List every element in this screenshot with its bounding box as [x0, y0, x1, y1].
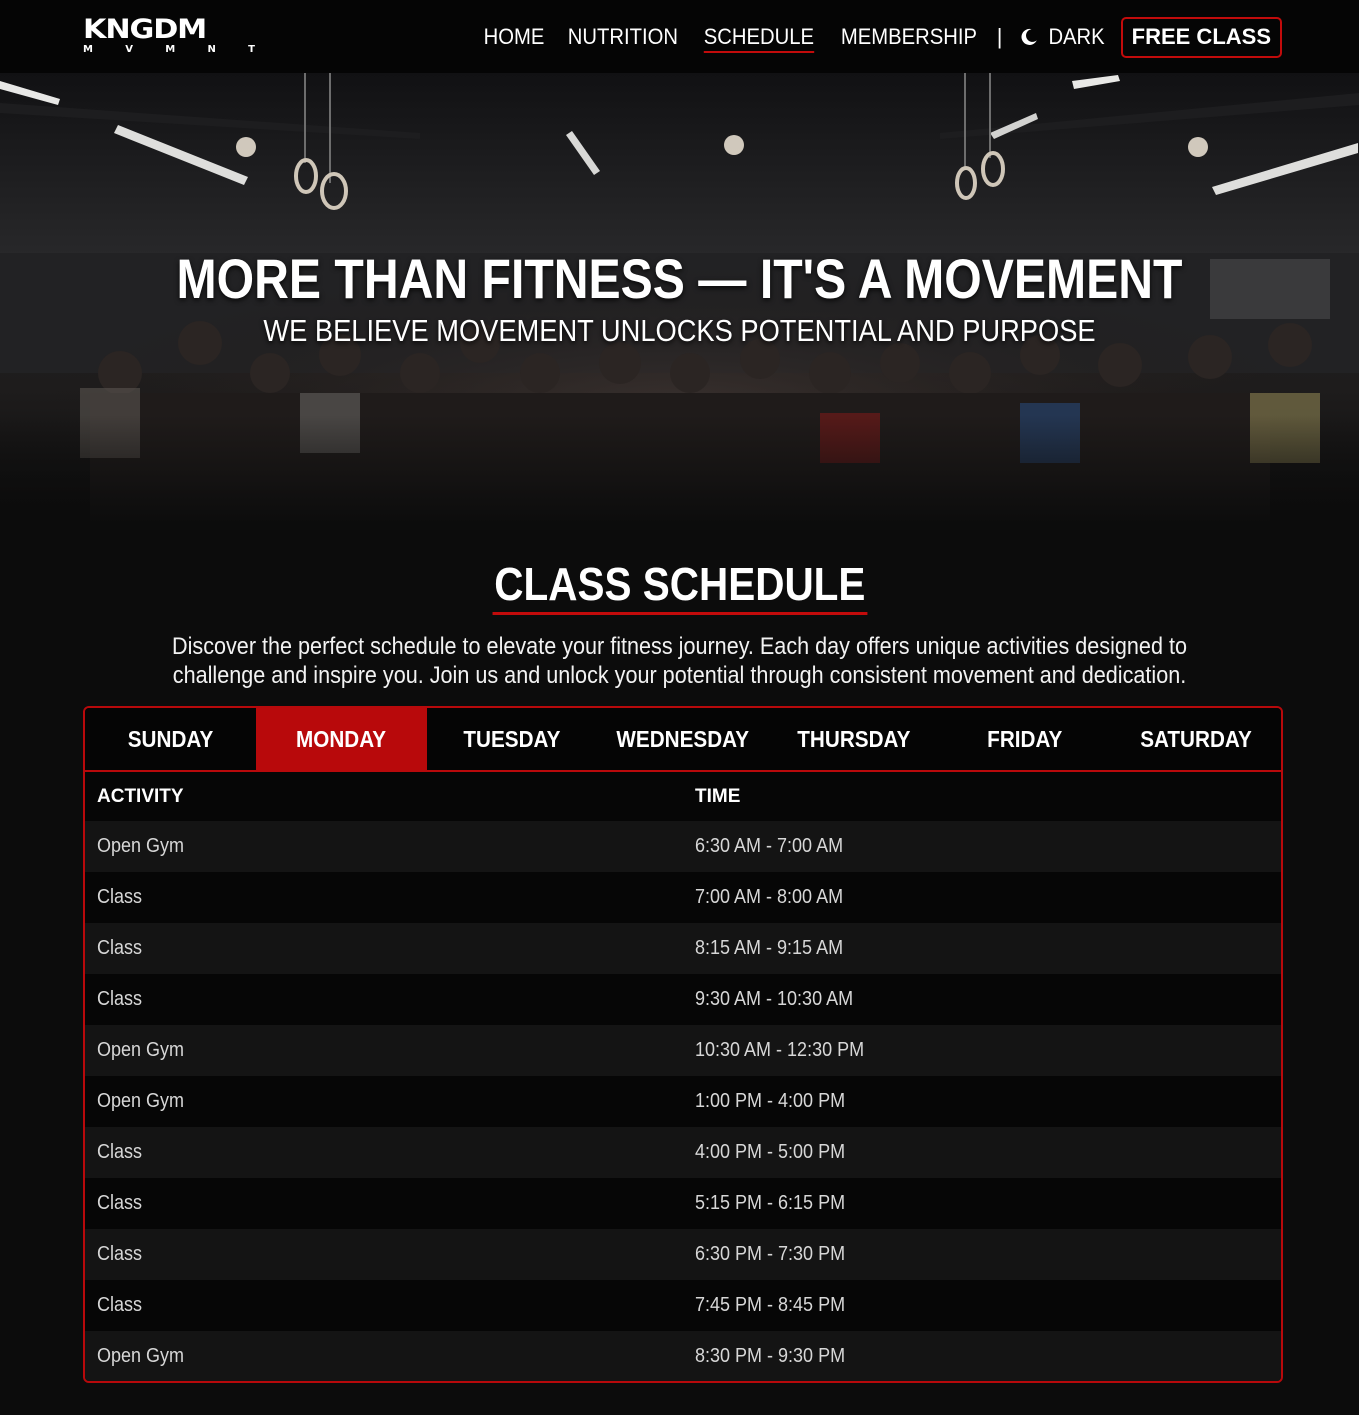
- table-row: Open Gym 1:00 PM - 4:00 PM: [85, 1076, 1281, 1127]
- activity-cell: Class: [85, 1178, 683, 1229]
- activity-cell: Class: [85, 923, 683, 974]
- table-row: Open Gym 6:30 AM - 7:00 AM: [85, 821, 1281, 872]
- nav-separator: |: [996, 24, 1003, 49]
- tab-thursday[interactable]: THURSDAY: [768, 708, 939, 770]
- activity-cell: Class: [85, 1229, 683, 1280]
- activity-cell: Open Gym: [85, 1076, 683, 1127]
- table-row: Class 7:45 PM - 8:45 PM: [85, 1280, 1281, 1331]
- activity-cell: Open Gym: [85, 1025, 683, 1076]
- time-cell: 5:15 PM - 6:15 PM: [683, 1178, 1281, 1229]
- time-cell: 9:30 AM - 10:30 AM: [683, 974, 1281, 1025]
- nav-link-membership[interactable]: MEMBERSHIP: [841, 17, 977, 57]
- time-cell: 6:30 AM - 7:00 AM: [683, 821, 1281, 872]
- logo-sub-letter: T: [248, 44, 255, 55]
- tab-saturday[interactable]: SATURDAY: [1110, 708, 1281, 770]
- schedule-title: CLASS SCHEDULE: [492, 557, 867, 615]
- main-nav: HOME NUTRITION SCHEDULE MEMBERSHIP | DAR…: [465, 16, 1282, 58]
- column-header-activity: ACTIVITY: [85, 772, 683, 821]
- schedule-description: Discover the perfect schedule to elevate…: [171, 633, 1187, 689]
- table-row: Class 5:15 PM - 6:15 PM: [85, 1178, 1281, 1229]
- logo-sub-letter: M: [83, 44, 93, 55]
- tab-friday[interactable]: FRIDAY: [939, 708, 1110, 770]
- hero-title: MORE THAN FITNESS — IT'S A MOVEMENT: [176, 247, 1183, 310]
- table-row: Class 9:30 AM - 10:30 AM: [85, 974, 1281, 1025]
- moon-icon: [1021, 28, 1037, 45]
- section-title-wrap: CLASS SCHEDULE: [0, 557, 1359, 615]
- free-class-button[interactable]: FREE CLASS: [1120, 16, 1282, 58]
- logo-sub-letter: N: [207, 44, 216, 55]
- nav-link-nutrition[interactable]: NUTRITION: [568, 17, 678, 57]
- schedule-card: SUNDAY MONDAY TUESDAY WEDNESDAY THURSDAY…: [83, 706, 1283, 1383]
- brand-logo[interactable]: KNGDM M V M N T: [83, 16, 258, 57]
- hero-banner: MORE THAN FITNESS — IT'S A MOVEMENT WE B…: [0, 73, 1359, 525]
- tab-label: THURSDAY: [797, 725, 911, 752]
- tab-wednesday[interactable]: WEDNESDAY: [598, 708, 769, 770]
- logo-wordmark: KNGDM: [83, 14, 207, 45]
- logo-sub-letter: V: [125, 44, 133, 55]
- activity-cell: Class: [85, 1280, 683, 1331]
- logo-sub-letter: M: [165, 44, 176, 55]
- logo-subtitle: M V M N T: [83, 44, 255, 55]
- tab-tuesday[interactable]: TUESDAY: [427, 708, 598, 770]
- day-tabs: SUNDAY MONDAY TUESDAY WEDNESDAY THURSDAY…: [85, 708, 1281, 772]
- time-cell: 7:45 PM - 8:45 PM: [683, 1280, 1281, 1331]
- activity-cell: Class: [85, 1127, 683, 1178]
- tab-label: MONDAY: [296, 725, 387, 752]
- top-navbar: KNGDM M V M N T HOME NUTRITION SCHEDULE …: [0, 0, 1359, 73]
- activity-cell: Open Gym: [85, 1331, 683, 1381]
- table-row: Class 7:00 AM - 8:00 AM: [85, 872, 1281, 923]
- activity-cell: Open Gym: [85, 821, 683, 872]
- nav-link-schedule[interactable]: SCHEDULE: [703, 17, 814, 57]
- nav-link-home[interactable]: HOME: [484, 17, 545, 57]
- table-row: Open Gym 10:30 AM - 12:30 PM: [85, 1025, 1281, 1076]
- tab-label: SUNDAY: [127, 725, 214, 752]
- tab-label: SATURDAY: [1139, 725, 1252, 752]
- activity-cell: Class: [85, 872, 683, 923]
- table-header-row: ACTIVITY TIME: [85, 772, 1281, 821]
- time-cell: 8:15 AM - 9:15 AM: [683, 923, 1281, 974]
- time-cell: 10:30 AM - 12:30 PM: [683, 1025, 1281, 1076]
- tab-label: FRIDAY: [987, 725, 1063, 752]
- activity-cell: Class: [85, 974, 683, 1025]
- time-cell: 1:00 PM - 4:00 PM: [683, 1076, 1281, 1127]
- table-row: Open Gym 8:30 PM - 9:30 PM: [85, 1331, 1281, 1381]
- time-cell: 8:30 PM - 9:30 PM: [683, 1331, 1281, 1381]
- hero-subtitle: WE BELIEVE MOVEMENT UNLOCKS POTENTIAL AN…: [263, 313, 1096, 348]
- tab-label: TUESDAY: [463, 725, 561, 752]
- table-row: Class 8:15 AM - 9:15 AM: [85, 923, 1281, 974]
- theme-toggle[interactable]: DARK: [1019, 17, 1107, 57]
- column-header-time: TIME: [683, 772, 1281, 821]
- theme-toggle-label: DARK: [1047, 24, 1105, 49]
- schedule-table: ACTIVITY TIME Open Gym 6:30 AM - 7:00 AM…: [85, 772, 1281, 1381]
- table-row: Class 4:00 PM - 5:00 PM: [85, 1127, 1281, 1178]
- tab-label: WEDNESDAY: [616, 725, 750, 752]
- tab-monday[interactable]: MONDAY: [255, 708, 427, 770]
- time-cell: 7:00 AM - 8:00 AM: [683, 872, 1281, 923]
- table-row: Class 6:30 PM - 7:30 PM: [85, 1229, 1281, 1280]
- time-cell: 4:00 PM - 5:00 PM: [683, 1127, 1281, 1178]
- tab-sunday[interactable]: SUNDAY: [85, 708, 256, 770]
- time-cell: 6:30 PM - 7:30 PM: [683, 1229, 1281, 1280]
